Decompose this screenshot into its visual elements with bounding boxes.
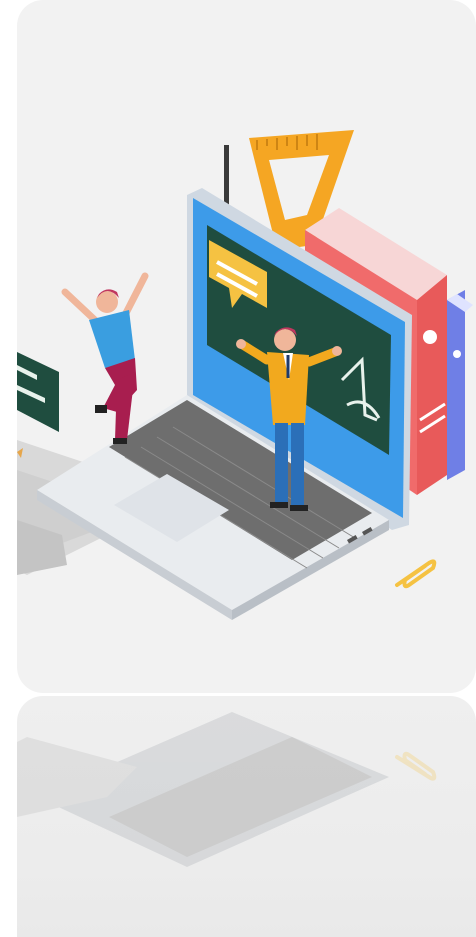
side-chalkboard [17,352,59,432]
education-illustration [17,130,473,620]
reflection-graphic [17,712,437,867]
page [0,0,476,937]
student-figure [61,272,149,444]
illustration-card[interactable] [17,0,476,693]
paper-clip-icon [395,559,437,589]
illustration-reflection [17,696,476,937]
